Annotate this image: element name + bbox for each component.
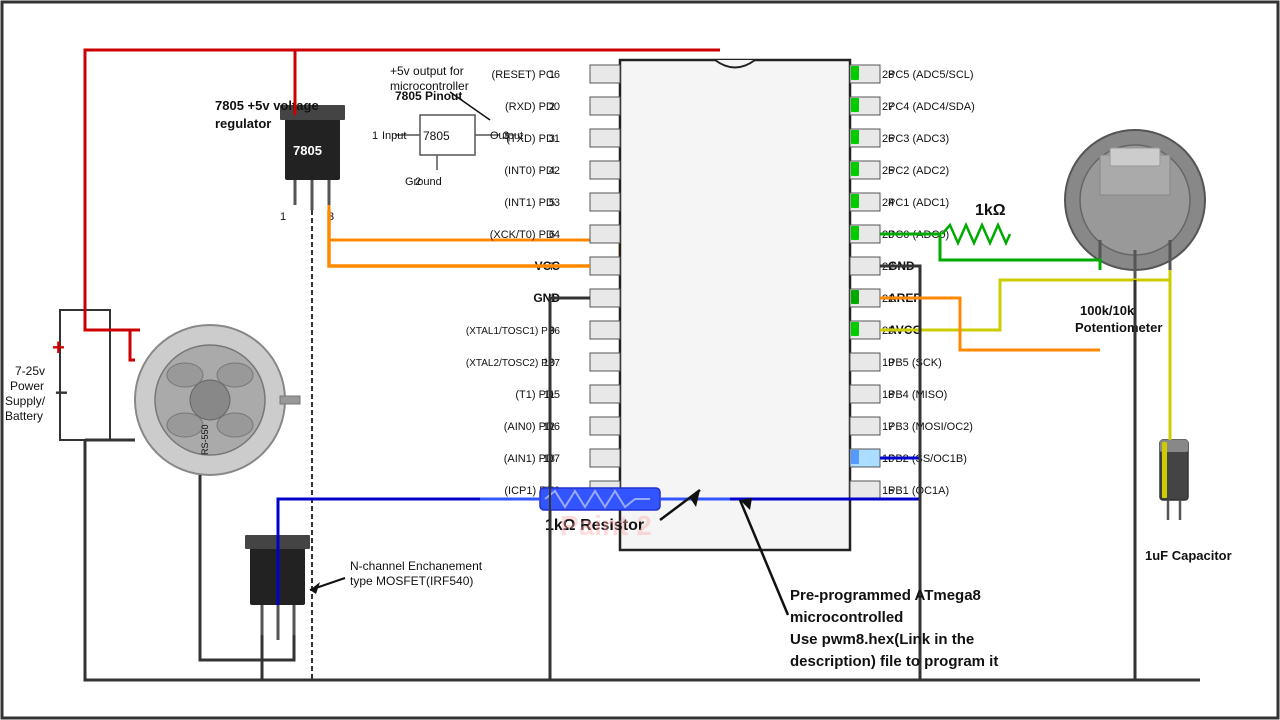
svg-text:19: 19 [882,357,894,369]
svg-text:25: 25 [882,165,894,177]
svg-text:27: 27 [882,101,894,113]
svg-text:6: 6 [549,229,555,241]
svg-text:7805: 7805 [423,129,450,143]
svg-text:Power: Power [10,379,44,393]
pot-resistor-label: 1kΩ [975,202,1006,219]
microcontroller-note-line1: Pre-programmed ATmega8 [790,587,981,604]
svg-text:5: 5 [549,197,555,209]
microcontroller-note-line3: Use pwm8.hex(Link in the [790,631,974,648]
svg-text:26: 26 [882,133,894,145]
svg-text:1: 1 [280,211,286,223]
svg-text:PB4 (MISO): PB4 (MISO) [888,389,947,401]
microcontroller-note-line2: microcontrolled [790,609,903,626]
svg-text:1: 1 [372,130,378,142]
svg-text:RS-550: RS-550 [200,424,210,455]
svg-text:PC3 (ADC3): PC3 (ADC3) [888,133,949,145]
svg-text:Potentiometer: Potentiometer [1075,320,1162,335]
svg-text:type MOSFET(IRF540): type MOSFET(IRF540) [350,574,473,588]
voltage-regulator-label: 7805 +5v voltage [215,98,319,113]
svg-text:Input: Input [382,130,406,142]
svg-text:18: 18 [882,389,894,401]
svg-text:24: 24 [882,197,894,209]
svg-text:Ground: Ground [405,176,442,188]
svg-text:Supply/: Supply/ [5,394,46,408]
svg-text:−: − [55,380,68,405]
svg-text:PC4 (ADC4/SDA): PC4 (ADC4/SDA) [888,101,975,113]
capacitor-label: 1uF Capacitor [1145,548,1232,563]
svg-text:regulator: regulator [215,116,271,131]
diagram-container: + − 7-25v Power Supply/ Battery 7805 1 3… [0,0,1280,720]
svg-text:PB3 (MOSI/OC2): PB3 (MOSI/OC2) [888,421,973,433]
svg-text:+: + [52,335,65,360]
svg-text:28: 28 [882,69,894,81]
svg-text:15: 15 [882,485,894,497]
svg-text:1: 1 [549,69,555,81]
svg-text:microcontroller: microcontroller [390,79,469,93]
output-label: +5v output for [390,64,464,78]
svg-text:PC1 (ADC1): PC1 (ADC1) [888,197,949,209]
svg-text:PC2 (ADC2): PC2 (ADC2) [888,165,949,177]
potentiometer-label: 100k/10k [1080,303,1135,318]
svg-text:17: 17 [882,421,894,433]
mosfet-label: N-channel Enchanement [350,559,483,573]
svg-text:4: 4 [549,165,555,177]
power-supply-label: 7-25v [15,364,45,378]
svg-text:7805: 7805 [293,143,322,158]
svg-text:(XTAL1/TOSC1) PB6: (XTAL1/TOSC1) PB6 [466,326,561,337]
svg-text:PB5 (SCK): PB5 (SCK) [888,357,942,369]
microcontroller-note-line4: description) file to program it [790,653,998,670]
watermark: Paint 2 [560,510,652,541]
svg-text:PC5 (ADC5/SCL): PC5 (ADC5/SCL) [888,69,974,81]
svg-text:2: 2 [549,101,555,113]
svg-text:Battery: Battery [5,409,43,423]
svg-text:3: 3 [549,133,555,145]
